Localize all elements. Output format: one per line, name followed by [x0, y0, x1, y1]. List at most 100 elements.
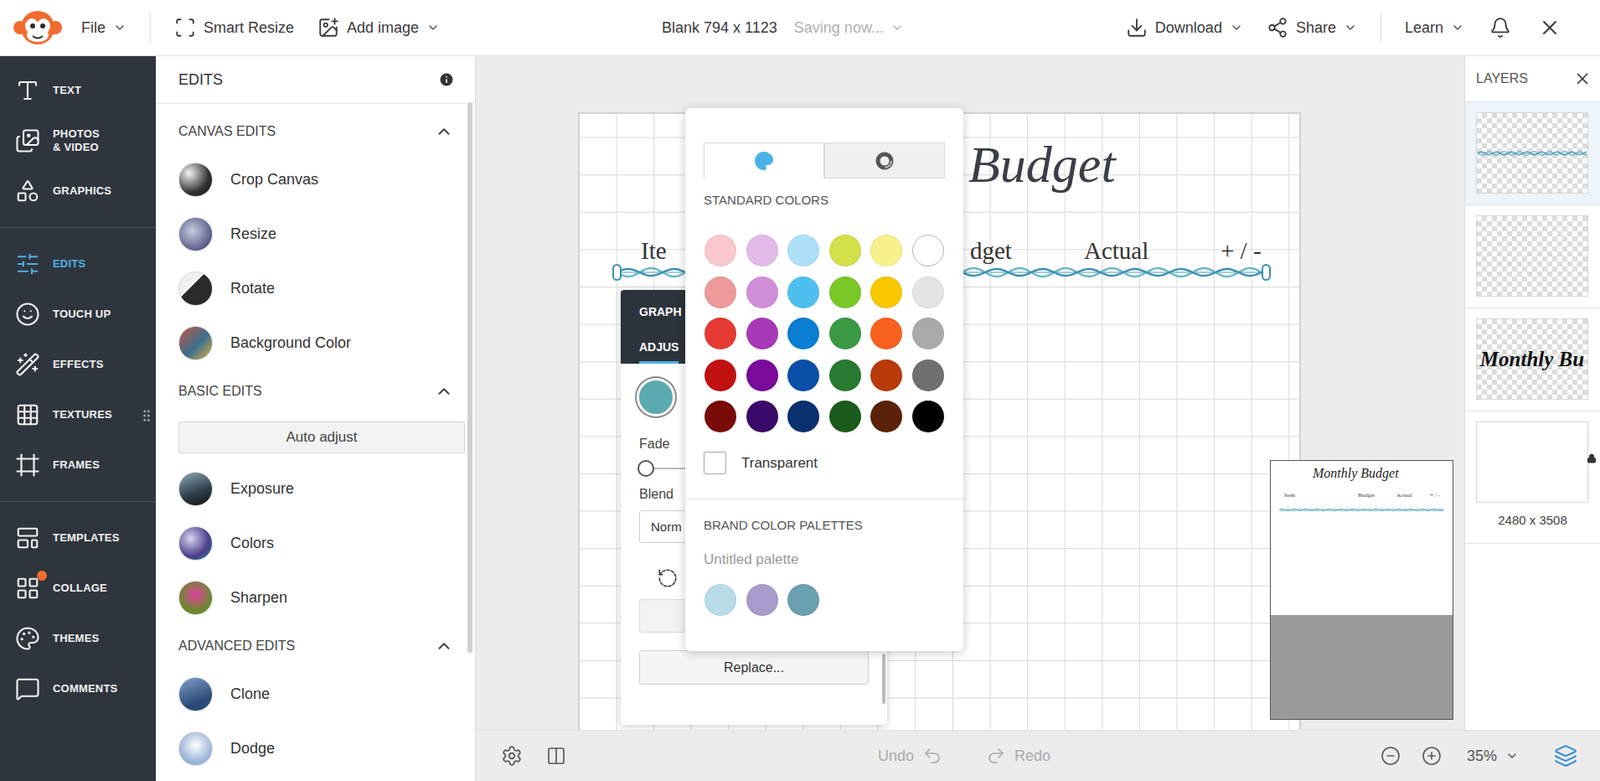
- nav-item[interactable]: TEMPLATES: [0, 512, 156, 563]
- color-swatch[interactable]: [787, 234, 820, 267]
- canvas-area[interactable]: BudgetItedgetActual+ / -GRAPHADJUSFadeBl…: [475, 56, 1465, 730]
- info-icon[interactable]: [438, 71, 455, 88]
- page-header[interactable]: Ite: [640, 236, 667, 266]
- edit-item[interactable]: Dodge: [155, 721, 465, 776]
- resize-handle[interactable]: [1261, 263, 1271, 281]
- nav-item[interactable]: TEXT: [0, 65, 156, 116]
- color-swatch[interactable]: [829, 276, 862, 309]
- reset-icon[interactable]: [656, 567, 679, 589]
- slider-knob[interactable]: [637, 459, 655, 477]
- transparent-option[interactable]: Transparent: [703, 451, 945, 475]
- top-menu-button[interactable]: Smart Resize: [162, 11, 306, 44]
- color-swatch[interactable]: [746, 317, 779, 350]
- layer-item[interactable]: [1465, 205, 1600, 309]
- nav-item[interactable]: COLLAGE: [0, 562, 156, 614]
- zoom-out-icon[interactable]: [1380, 745, 1401, 766]
- color-swatch[interactable]: [787, 317, 820, 350]
- color-swatch[interactable]: [787, 400, 820, 433]
- color-swatch[interactable]: [870, 317, 903, 350]
- color-swatch[interactable]: [746, 359, 779, 392]
- nav-item[interactable]: EFFECTS: [0, 339, 156, 390]
- edit-item[interactable]: Crop Canvas: [155, 152, 465, 207]
- color-swatch[interactable]: [704, 276, 737, 309]
- top-menu-button[interactable]: File: [69, 14, 139, 42]
- nav-item[interactable]: PHOTOS & VIDEO: [0, 115, 156, 166]
- color-swatch[interactable]: [746, 583, 779, 616]
- top-menu-button[interactable]: Learn: [1393, 14, 1477, 42]
- top-menu-button[interactable]: Share: [1254, 11, 1369, 44]
- auto-adjust-button[interactable]: Auto adjust: [178, 421, 465, 454]
- color-swatch[interactable]: [829, 234, 862, 267]
- top-menu-button[interactable]: Add image: [305, 11, 452, 44]
- color-swatch[interactable]: [746, 400, 779, 433]
- color-tab[interactable]: [824, 142, 945, 179]
- logo[interactable]: [12, 6, 67, 49]
- nav-item[interactable]: EDITS: [0, 238, 156, 290]
- layers-toggle[interactable]: [1553, 743, 1578, 768]
- color-swatch[interactable]: [912, 359, 945, 392]
- section-header[interactable]: BASIC EDITS: [155, 370, 465, 413]
- save-status[interactable]: Saving now...: [794, 19, 904, 37]
- replace-button[interactable]: Replace...: [639, 650, 869, 685]
- nav-item[interactable]: TOUCH UP: [0, 289, 156, 340]
- document-title[interactable]: Blank 794 x 1123: [661, 19, 778, 37]
- zoom-select[interactable]: 35%: [1466, 747, 1519, 765]
- settings-icon[interactable]: [500, 744, 523, 767]
- layer-item[interactable]: 2480 x 3508: [1465, 411, 1600, 544]
- page-header[interactable]: dget: [970, 236, 1012, 266]
- undo-button[interactable]: Undo: [877, 745, 943, 766]
- color-swatch[interactable]: [704, 317, 737, 350]
- color-swatch[interactable]: [704, 583, 737, 616]
- color-swatch[interactable]: [704, 359, 737, 392]
- color-swatch[interactable]: [912, 400, 945, 433]
- zoom-in-icon[interactable]: [1421, 745, 1442, 766]
- page-header[interactable]: Actual: [1083, 236, 1149, 266]
- scrollbar[interactable]: [467, 102, 473, 653]
- layer-item[interactable]: Monthly Bu: [1465, 308, 1600, 412]
- color-swatch[interactable]: [829, 317, 862, 350]
- nav-item[interactable]: GRAPHICS: [0, 165, 156, 217]
- color-swatch[interactable]: [746, 276, 779, 309]
- color-tab[interactable]: [703, 142, 825, 179]
- color-swatch[interactable]: [912, 276, 945, 309]
- color-swatch[interactable]: [912, 234, 945, 267]
- color-swatch[interactable]: [787, 276, 820, 309]
- scrollbar[interactable]: [882, 653, 886, 704]
- navigator-viewport[interactable]: [1270, 614, 1453, 719]
- adjust-tab[interactable]: ADJUS: [639, 338, 679, 364]
- edit-item[interactable]: Exposure: [155, 461, 465, 517]
- compare-icon[interactable]: [546, 745, 567, 766]
- graphic-color-button[interactable]: [636, 377, 676, 417]
- color-swatch[interactable]: [704, 400, 737, 433]
- section-header[interactable]: CANVAS EDITS: [155, 110, 465, 153]
- nav-item[interactable]: FRAMES: [0, 439, 156, 491]
- layer-item[interactable]: [1465, 102, 1600, 206]
- color-swatch[interactable]: [870, 276, 903, 309]
- color-swatch[interactable]: [746, 234, 779, 267]
- resize-handle[interactable]: [612, 263, 622, 281]
- edit-item[interactable]: Background Color: [155, 315, 465, 371]
- color-swatch[interactable]: [870, 234, 903, 267]
- page-header[interactable]: + / -: [1220, 236, 1262, 266]
- page-title[interactable]: Budget: [968, 135, 1116, 193]
- nav-item[interactable]: COMMENTS: [0, 663, 156, 714]
- color-swatch[interactable]: [912, 317, 945, 350]
- close-icon[interactable]: [1573, 69, 1592, 88]
- edit-item[interactable]: Rotate: [155, 261, 465, 316]
- color-swatch[interactable]: [870, 400, 903, 433]
- navigator[interactable]: Monthly BudgetItemBudgetActual+ / -: [1269, 459, 1454, 720]
- edit-item[interactable]: Clone: [155, 666, 465, 722]
- top-menu-button[interactable]: Download: [1114, 11, 1255, 44]
- nav-item[interactable]: TEXTURES: [0, 389, 156, 440]
- edit-item[interactable]: Sharpen: [155, 570, 465, 625]
- color-swatch[interactable]: [787, 359, 820, 392]
- redo-button[interactable]: Redo: [985, 745, 1051, 766]
- color-swatch[interactable]: [870, 359, 903, 392]
- panel-resize-handle[interactable]: [139, 407, 155, 424]
- color-swatch[interactable]: [829, 400, 862, 433]
- edit-item[interactable]: Colors: [155, 516, 465, 571]
- close-button[interactable]: [1524, 10, 1575, 45]
- notifications-button[interactable]: [1476, 11, 1525, 44]
- edit-item[interactable]: Resize: [155, 206, 465, 262]
- color-swatch[interactable]: [787, 583, 820, 616]
